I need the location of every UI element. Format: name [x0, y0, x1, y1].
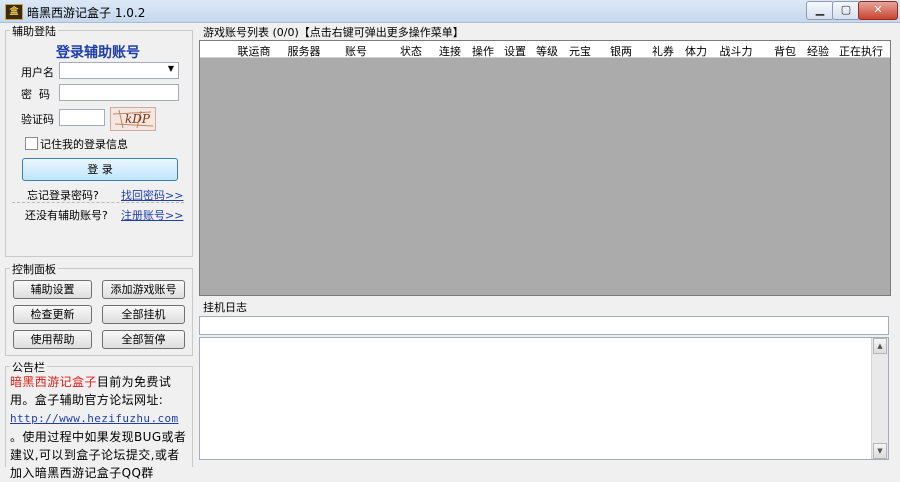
column-header[interactable]: 经验 — [803, 43, 833, 59]
assist-settings-button[interactable]: 辅助设置 — [13, 280, 92, 299]
noaccount-text: 还没有辅助账号? — [25, 209, 108, 222]
column-header[interactable]: 连接 — [435, 43, 465, 59]
username-label: 用户名 — [21, 66, 54, 79]
account-list-header: 联运商 服务器 账号 状态 连接 操作 设置 等级 元宝 银两 礼券 体力 战斗… — [200, 41, 890, 58]
column-header[interactable]: 正在执行 — [836, 43, 886, 59]
start-all-button[interactable]: 全部挂机 — [102, 305, 185, 324]
log-scrollbar[interactable]: ▲ ▼ — [871, 338, 888, 459]
arrow-up-icon: ▲ — [877, 342, 883, 350]
column-header[interactable]: 礼券 — [648, 43, 678, 59]
login-group-title: 辅助登陆 — [10, 23, 58, 39]
remember-label: 记住我的登录信息 — [40, 138, 128, 151]
scroll-down-button[interactable]: ▼ — [873, 443, 887, 459]
captcha-image[interactable]: kDP — [110, 107, 156, 131]
scroll-up-button[interactable]: ▲ — [873, 338, 887, 354]
maximize-icon: ▢ — [840, 3, 852, 16]
notice-text-2: 。使用过程中如果发现BUG或者建议,可以到盒子论坛提交,或者加入暗黑西游记盒子Q… — [10, 430, 187, 480]
captcha-label: 验证码 — [21, 113, 54, 126]
column-header[interactable]: 操作 — [468, 43, 498, 59]
add-game-account-button[interactable]: 添加游戏账号 — [102, 280, 185, 299]
log-text-area[interactable]: ▲ ▼ — [199, 337, 889, 460]
column-header[interactable]: 体力 — [681, 43, 711, 59]
remember-checkbox[interactable] — [25, 137, 38, 150]
log-input[interactable] — [199, 316, 889, 335]
pause-all-button[interactable]: 全部暂停 — [102, 330, 185, 349]
forum-url-link[interactable]: http://www.hezifuzhu.com — [10, 412, 179, 425]
captcha-field[interactable] — [59, 109, 105, 126]
chevron-down-icon[interactable]: ▼ — [168, 64, 174, 73]
register-link[interactable]: 注册账号>> — [121, 207, 183, 223]
forgot-password-link[interactable]: 找回密码>> — [121, 187, 183, 203]
maximize-button[interactable]: ▢ — [832, 1, 860, 20]
column-header[interactable]: 战斗力 — [714, 43, 758, 59]
close-icon: ✕ — [873, 3, 883, 16]
control-group-title: 控制面板 — [10, 261, 58, 277]
title-bar: 盒 暗黑西游记盒子 1.0.2 ▁ ▢ ✕ — [0, 0, 900, 23]
password-label: 密 码 — [21, 88, 50, 101]
arrow-down-icon: ▼ — [877, 447, 883, 455]
column-header[interactable]: 背包 — [770, 43, 800, 59]
column-header[interactable]: 元宝 — [565, 43, 595, 59]
column-header[interactable]: 状态 — [396, 43, 426, 59]
minimize-button[interactable]: ▁ — [806, 1, 834, 20]
account-list-title: 游戏账号列表 (0/0)【点击右键可弹出更多操作菜单】 — [203, 26, 464, 39]
login-heading: 登录辅助账号 — [56, 45, 140, 61]
username-combobox[interactable]: ▼ — [59, 62, 179, 79]
notice-highlight: 暗黑西游记盒子 — [10, 375, 97, 389]
app-logo-icon: 盒 — [5, 4, 23, 20]
login-button[interactable]: 登 录 — [22, 158, 178, 181]
forgot-text: 忘记登录密码? — [27, 189, 99, 202]
check-update-button[interactable]: 检查更新 — [13, 305, 92, 324]
column-header[interactable]: 设置 — [500, 43, 530, 59]
login-divider — [12, 202, 184, 203]
captcha-text: kDP — [125, 112, 150, 126]
minimize-icon: ▁ — [815, 3, 825, 16]
column-header[interactable]: 服务器 — [280, 43, 328, 59]
column-header[interactable]: 账号 — [336, 43, 376, 59]
account-list-table[interactable]: 联运商 服务器 账号 状态 连接 操作 设置 等级 元宝 银两 礼券 体力 战斗… — [199, 40, 891, 296]
column-header[interactable]: 等级 — [532, 43, 562, 59]
help-button[interactable]: 使用帮助 — [13, 330, 92, 349]
window-title: 暗黑西游记盒子 1.0.2 — [27, 6, 146, 20]
notice-text: 暗黑西游记盒子目前为免费试用。盒子辅助官方论坛网址: http://www.he… — [10, 373, 191, 482]
close-button[interactable]: ✕ — [858, 1, 898, 20]
column-header[interactable]: 银两 — [603, 43, 639, 59]
column-header[interactable]: 联运商 — [230, 43, 278, 59]
password-field[interactable] — [59, 84, 179, 101]
log-title: 挂机日志 — [203, 301, 247, 314]
